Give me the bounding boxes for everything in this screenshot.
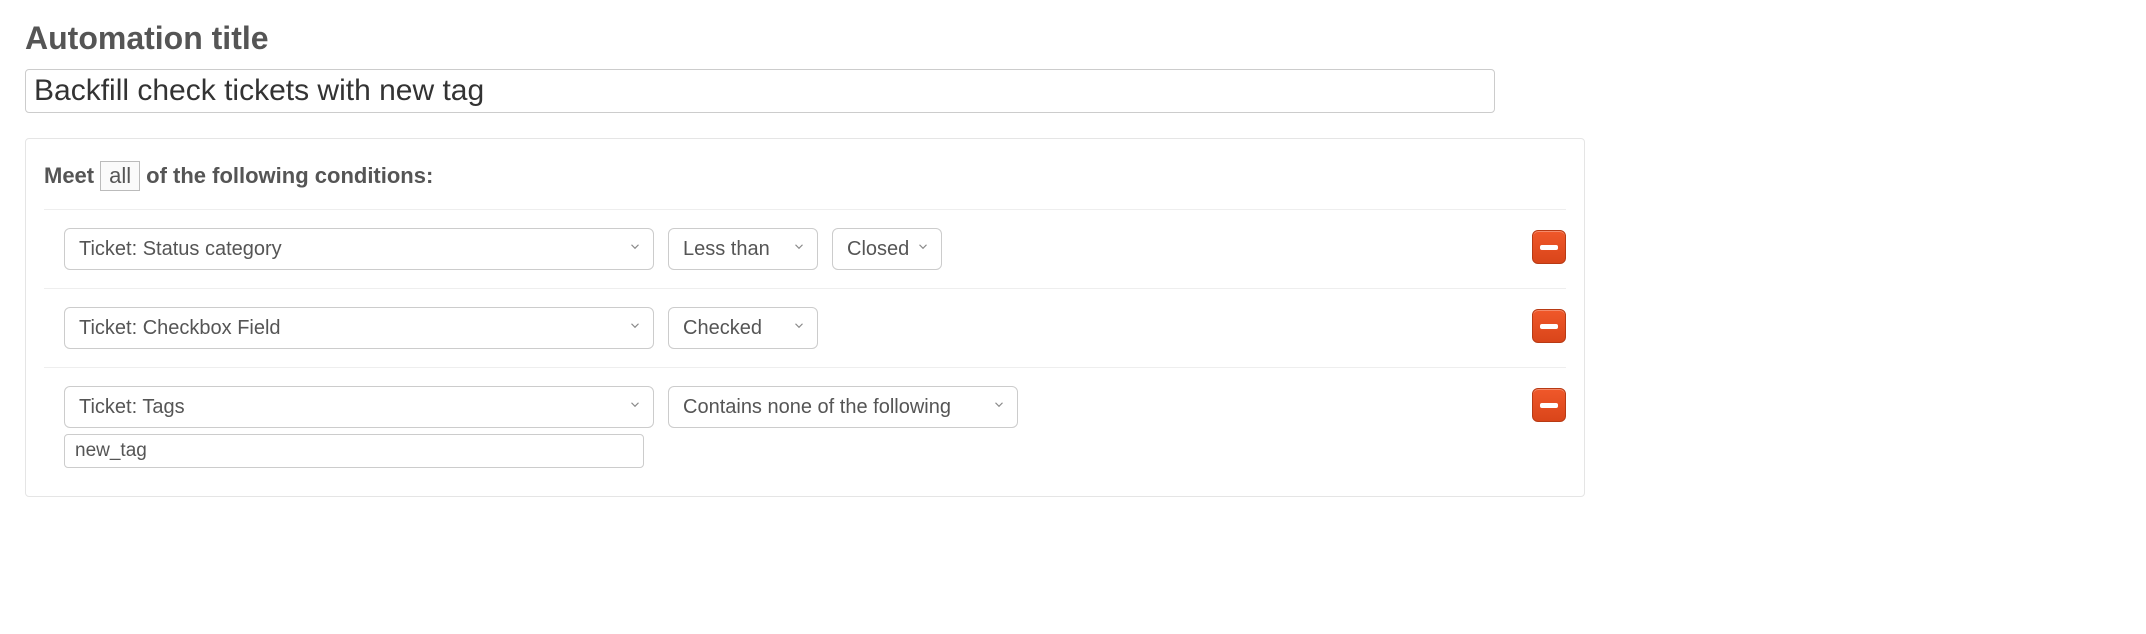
- condition-operator-select[interactable]: Less than: [668, 228, 818, 270]
- remove-condition-button[interactable]: [1532, 388, 1566, 422]
- condition-operator-select[interactable]: Contains none of the following: [668, 386, 1018, 428]
- minus-icon: [1540, 245, 1558, 250]
- conditions-suffix: of the following conditions:: [146, 163, 433, 189]
- condition-tag-input[interactable]: [64, 434, 644, 468]
- condition-value-select[interactable]: Closed: [832, 228, 942, 270]
- conditions-panel: Meet all of the following conditions: Ti…: [25, 138, 1585, 497]
- automation-title-input[interactable]: [25, 69, 1495, 113]
- automation-title-label: Automation title: [25, 20, 2121, 57]
- minus-icon: [1540, 403, 1558, 408]
- condition-operator-select[interactable]: Checked: [668, 307, 818, 349]
- condition-field-select[interactable]: Ticket: Status category: [64, 228, 654, 270]
- condition-row: Ticket: Status category Less than Closed: [44, 209, 1566, 288]
- remove-condition-button[interactable]: [1532, 230, 1566, 264]
- condition-row: Ticket: Checkbox Field Checked: [44, 288, 1566, 367]
- condition-field-select[interactable]: Ticket: Checkbox Field: [64, 307, 654, 349]
- condition-field-select[interactable]: Ticket: Tags: [64, 386, 654, 428]
- minus-icon: [1540, 324, 1558, 329]
- conditions-mode-toggle[interactable]: all: [100, 161, 140, 191]
- conditions-prefix: Meet: [44, 163, 94, 189]
- remove-condition-button[interactable]: [1532, 309, 1566, 343]
- condition-row: Ticket: Tags Contains none of the follow…: [44, 367, 1566, 486]
- conditions-header: Meet all of the following conditions:: [44, 161, 1566, 191]
